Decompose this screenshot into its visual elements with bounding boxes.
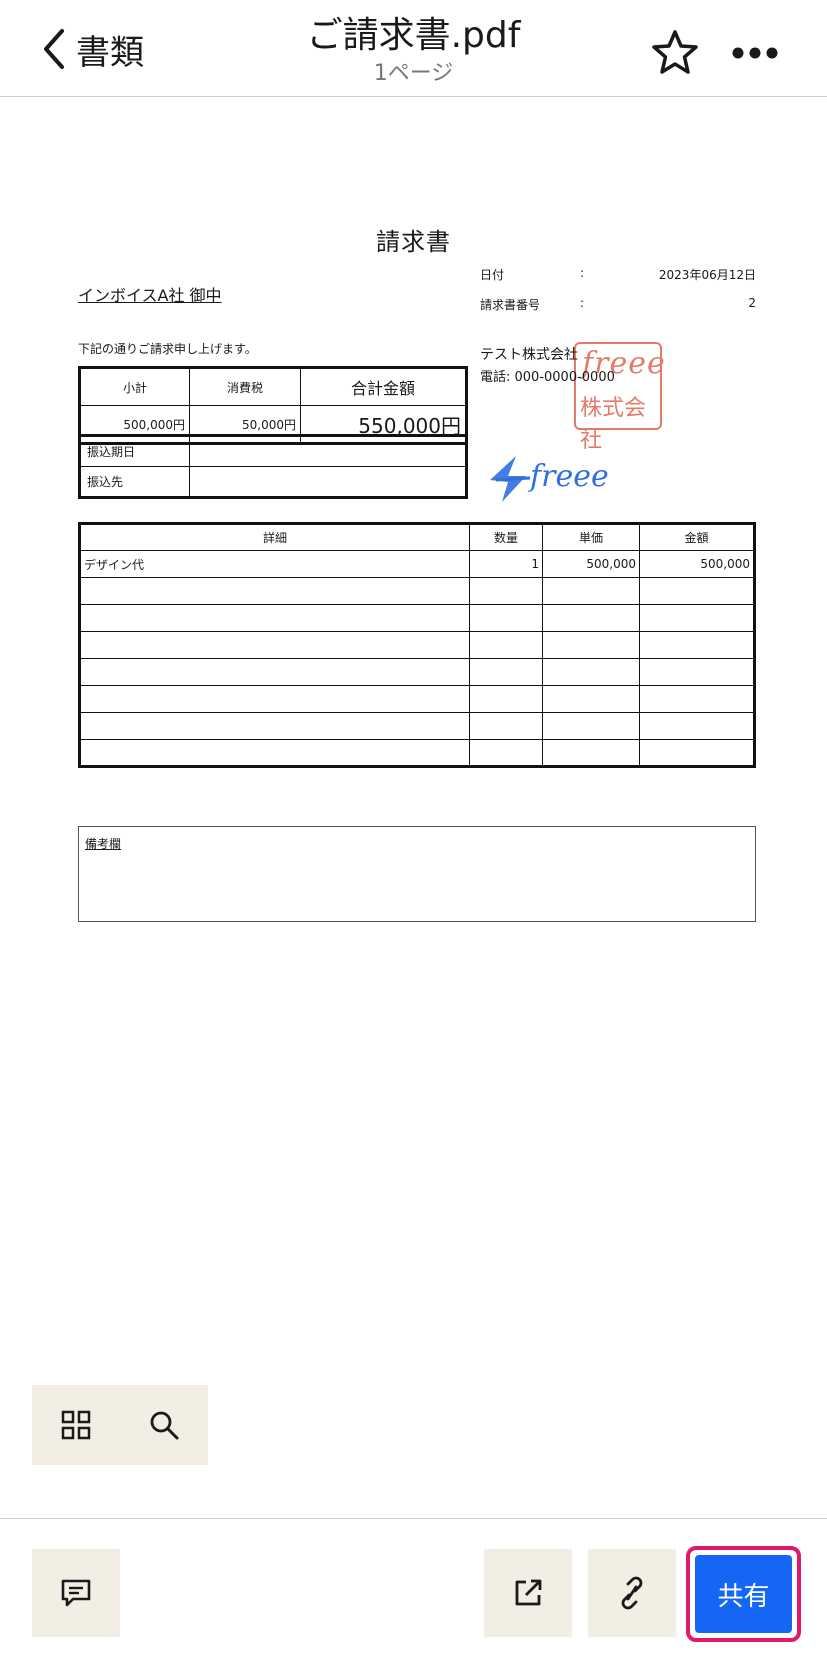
item-unit-price: [542, 658, 640, 686]
company-phone: 電話: 000-0000-0000: [480, 370, 615, 385]
meta-label: 請求書番号: [480, 298, 541, 312]
item-unit-price: [542, 685, 640, 713]
table-row: [79, 712, 755, 740]
item-detail: [79, 631, 470, 659]
open-external-button[interactable]: [484, 1549, 572, 1637]
page-tools: [32, 1385, 208, 1465]
summary-header: 合計金額: [300, 367, 467, 406]
table-row: 振込期日: [79, 435, 467, 467]
table-row: [79, 658, 755, 686]
notes-label: 備考欄: [85, 837, 122, 851]
item-amount: [639, 631, 755, 659]
chevron-left-icon: [44, 29, 64, 69]
payment-value: [189, 466, 467, 498]
share-highlight: 共有: [686, 1546, 801, 1642]
notes-box: 備考欄: [78, 826, 756, 922]
client-name: インボイスA社 御中: [78, 286, 222, 305]
seal-text: 株式会社: [580, 396, 647, 453]
intro-text: 下記の通りご請求申し上げます。: [78, 342, 257, 356]
share-button[interactable]: 共有: [695, 1555, 792, 1633]
back-label: 書類: [76, 32, 144, 73]
item-qty: [469, 631, 543, 659]
meta-sep: :: [580, 296, 585, 310]
comment-icon: [61, 1579, 91, 1607]
thumbnail-grid-button[interactable]: [32, 1385, 120, 1465]
item-qty: [469, 604, 543, 632]
item-amount: [639, 685, 755, 713]
search-button[interactable]: [120, 1385, 208, 1465]
summary-header: 小計: [79, 367, 190, 406]
items-header: 単価: [542, 523, 640, 551]
link-icon: [621, 1576, 643, 1610]
table-row: [79, 577, 755, 605]
comment-button[interactable]: [32, 1549, 120, 1637]
items-header: 詳細: [79, 523, 470, 551]
favorite-button[interactable]: [650, 28, 700, 78]
item-unit-price: [542, 604, 640, 632]
item-unit-price: 500,000: [542, 550, 640, 578]
company-seal: freee 株式会社: [574, 342, 665, 453]
table-row: [79, 604, 755, 632]
payment-value: [189, 435, 467, 467]
search-icon: [150, 1411, 179, 1440]
back-button[interactable]: 書類: [38, 22, 144, 76]
company-name: テスト株式会社: [480, 347, 578, 363]
meta-value: 2023年06月12日: [658, 268, 756, 282]
item-detail: [79, 739, 470, 767]
table-row: デザイン代 1 500,000 500,000: [79, 550, 755, 578]
freee-logo: freee: [490, 456, 609, 502]
table-row: [79, 685, 755, 713]
payment-label: 振込先: [79, 466, 190, 498]
item-unit-price: [542, 739, 640, 767]
item-qty: [469, 685, 543, 713]
item-unit-price: [542, 631, 640, 659]
item-qty: [469, 712, 543, 740]
meta-value: 2: [748, 296, 756, 310]
meta-label: 日付: [480, 268, 505, 282]
item-qty: [469, 658, 543, 686]
items-header: 数量: [469, 523, 543, 551]
item-detail: [79, 604, 470, 632]
table-row: [79, 739, 755, 767]
summary-header: 消費税: [189, 367, 301, 406]
payment-table: 振込期日 振込先: [78, 434, 468, 499]
table-row: [79, 631, 755, 659]
items-table: 詳細 数量 単価 金額 デザイン代 1 500,000 500,000: [78, 522, 756, 768]
payment-label: 振込期日: [79, 435, 190, 467]
table-row: 小計 消費税 合計金額: [79, 367, 467, 406]
table-row: 詳細 数量 単価 金額: [79, 523, 755, 551]
copy-link-button[interactable]: [588, 1549, 676, 1637]
item-amount: [639, 739, 755, 767]
item-detail: デザイン代: [79, 550, 470, 578]
grid-icon: [61, 1410, 91, 1440]
more-button[interactable]: [730, 28, 780, 78]
item-amount: [639, 658, 755, 686]
item-detail: [79, 658, 470, 686]
bottom-bar: 共有: [0, 1518, 827, 1663]
item-qty: [469, 739, 543, 767]
item-unit-price: [542, 712, 640, 740]
item-detail: [79, 712, 470, 740]
meta-sep: :: [580, 266, 585, 280]
item-detail: [79, 685, 470, 713]
table-row: 振込先: [79, 466, 467, 498]
document-page[interactable]: 請求書 インボイスA社 御中 下記の通りご請求申し上げます。 日付 : 2023…: [0, 98, 827, 998]
item-detail: [79, 577, 470, 605]
star-icon: [652, 30, 698, 74]
logo-text: freee: [528, 459, 609, 494]
item-amount: [639, 577, 755, 605]
invoice-title: 請求書: [376, 228, 451, 256]
item-qty: 1: [469, 550, 543, 578]
more-icon: [732, 47, 778, 59]
items-header: 金額: [639, 523, 755, 551]
header: 書類 ご請求書.pdf 1ページ: [0, 0, 827, 97]
open-external-icon: [515, 1579, 542, 1606]
item-amount: [639, 712, 755, 740]
item-amount: 500,000: [639, 550, 755, 578]
item-qty: [469, 577, 543, 605]
item-unit-price: [542, 577, 640, 605]
item-amount: [639, 604, 755, 632]
